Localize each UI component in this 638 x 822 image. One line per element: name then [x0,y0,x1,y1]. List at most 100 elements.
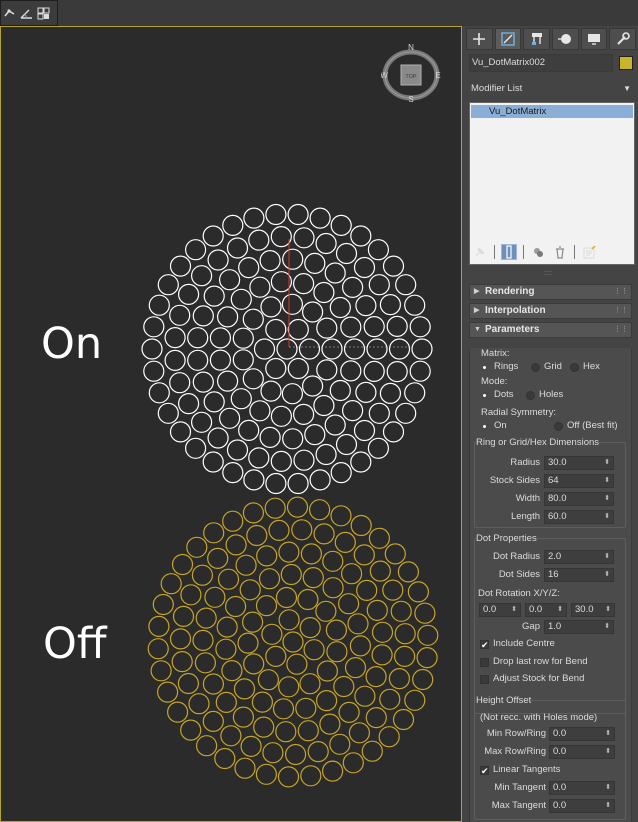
show-end-result-button[interactable] [501,244,517,260]
spinner-arrows-icon[interactable]: ⬍ [511,604,517,616]
max-tangent-spinner[interactable]: 0.0 ⬍ [549,799,615,813]
object-name-field[interactable]: Vu_DotMatrix002 [469,54,613,72]
radio-holes-label: Holes [539,389,564,400]
modifier-stack-item[interactable]: Vu_DotMatrix [471,105,633,118]
matrix-dot [316,317,338,339]
tab-hierarchy[interactable] [523,28,551,50]
dot-sides-spinner[interactable]: 16 ⬍ [544,568,614,582]
make-unique-button[interactable] [530,244,546,260]
rollout-interpolation[interactable]: ▶ Interpolation ⋮⋮ [469,303,632,319]
modifier-stack[interactable]: Vu_DotMatrix [469,102,635,265]
rotation-x-spinner[interactable]: 0.0 ⬍ [479,603,521,617]
rollout-parameters[interactable]: ▼ Parameters ⋮⋮ [469,322,632,338]
matrix-dot [342,752,364,774]
radio-radial-off[interactable] [554,422,563,431]
tab-modify[interactable] [494,28,522,50]
matrix-dot [315,443,337,466]
tab-create[interactable] [466,28,493,50]
spinner-arrows-icon[interactable]: ⬍ [604,621,610,633]
matrix-dot [333,675,355,698]
radio-rings[interactable] [481,364,488,371]
matrix-dot [207,427,229,449]
rollout-grip-icon: ⋮⋮ [614,326,628,333]
rotation-y-spinner[interactable]: 0.0 ⬍ [525,603,567,617]
radio-radial-on[interactable] [481,423,488,430]
matrix-dot [265,645,287,668]
stock-sides-spinner[interactable]: 64 ⬍ [544,474,614,488]
matrix-dot [340,360,362,382]
matrix-dot [169,628,192,650]
spinner-arrows-icon[interactable]: ⬍ [604,475,610,487]
rollout-rendering[interactable]: ▶ Rendering ⋮⋮ [469,284,632,300]
radio-dots[interactable] [481,392,488,399]
pin-stack-button[interactable] [472,244,488,260]
modifier-list-dropdown[interactable]: Modifier List ▼ [469,80,635,98]
matrix-dot [270,450,292,472]
matrix-dot [407,581,429,603]
width-spinner[interactable]: 80.0 ⬍ [544,492,614,506]
collapsed-arrow-icon: ▶ [474,288,480,295]
matrix-dot [275,586,298,609]
spinner-arrows-icon[interactable]: ⬍ [604,457,610,469]
matrix-dot [249,400,271,422]
tab-utilities[interactable] [609,28,637,50]
matrix-dot [240,735,262,758]
matrix-dot [293,227,315,249]
max-row-spinner[interactable]: 0.0 ⬍ [549,745,615,759]
dimensions-group-title: Ring or Grid/Hex Dimensions [476,437,600,448]
gap-spinner[interactable]: 1.0 ⬍ [544,620,614,634]
matrix-dot [169,421,192,443]
min-row-spinner[interactable]: 0.0 ⬍ [549,727,615,741]
adjust-stock-checkbox[interactable] [480,675,489,684]
linear-tangents-checkbox[interactable]: ✔ [480,766,489,776]
min-tangent-spinner[interactable]: 0.0 ⬍ [549,781,615,795]
tab-motion[interactable] [552,28,579,50]
dot-radius-spinner[interactable]: 2.0 ⬍ [544,550,614,564]
panel-grip[interactable]: :::: [544,270,558,277]
matrix-dot [356,579,378,602]
percent-snap-icon[interactable] [37,7,50,20]
object-color-swatch[interactable] [619,56,633,70]
spinner-arrows-icon[interactable]: ⬍ [604,569,610,581]
radio-hex[interactable] [570,363,579,372]
spinner-arrows-icon[interactable]: ⬍ [605,782,611,794]
matrix-dot [366,338,388,360]
spinner-arrows-icon[interactable]: ⬍ [605,800,611,812]
off-label: Off [43,619,107,669]
matrix-dot [202,451,224,473]
matrix-dot [379,294,401,316]
configure-modifier-sets-button[interactable] [581,244,597,260]
spinner-arrows-icon[interactable]: ⬍ [604,551,610,563]
snap-toggle-icon[interactable] [3,7,16,20]
matrix-dot [217,306,239,328]
drop-last-row-checkbox[interactable] [480,658,489,667]
matrix-dot [277,766,300,788]
perspective-viewport[interactable]: TOP N S W E On Off [0,26,462,822]
matrix-dot [147,638,169,660]
matrix-dot [350,225,372,247]
tab-display[interactable] [580,28,608,50]
rotation-y-value: 0.0 [529,604,543,615]
viewcube[interactable]: TOP N S W E [381,41,441,103]
matrix-dot [270,226,292,248]
radio-holes[interactable] [526,391,535,400]
spinner-arrows-icon[interactable]: ⬍ [557,604,563,616]
spinner-arrows-icon[interactable]: ⬍ [605,728,611,740]
spinner-arrows-icon[interactable]: ⬍ [605,746,611,758]
rotation-z-value: 30.0 [575,604,594,615]
spinner-arrows-icon[interactable]: ⬍ [604,493,610,505]
include-centre-checkbox[interactable]: ✔ [480,640,489,650]
matrix-dot [293,449,315,471]
radio-grid[interactable] [531,363,540,372]
matrix-dot [260,380,282,402]
matrix-dot [178,393,200,415]
length-spinner[interactable]: 60.0 ⬍ [544,510,614,524]
angle-snap-icon[interactable] [20,7,33,20]
remove-modifier-button[interactable] [552,244,568,260]
spinner-arrows-icon[interactable]: ⬍ [605,604,611,616]
rotation-z-spinner[interactable]: 30.0 ⬍ [571,603,615,617]
show-end-result-icon [506,245,512,259]
spinner-arrows-icon[interactable]: ⬍ [604,511,610,523]
radius-spinner[interactable]: 30.0 ⬍ [544,456,614,470]
matrix-dot [324,262,346,284]
